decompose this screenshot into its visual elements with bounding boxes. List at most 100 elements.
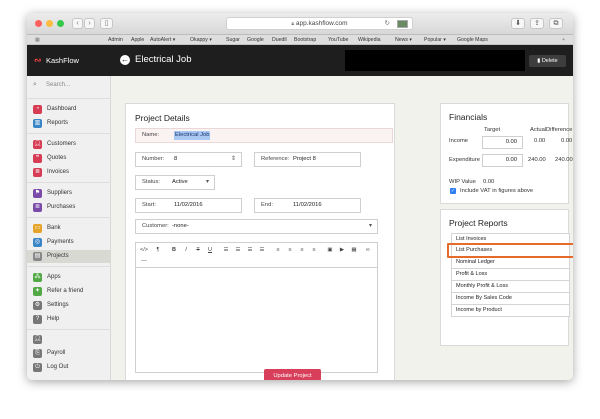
fav-link[interactable]: Google <box>247 37 264 43</box>
sidebar-item-refer[interactable]: ✦ Refer a friend <box>27 285 111 298</box>
browser-window: ‹ › ▯ 🔒︎ app.kashflow.com ↻ ⬇ ⇪ ⧉ ▦ Admi… <box>27 13 573 380</box>
include-vat-checkbox[interactable]: ✓ <box>450 188 456 194</box>
reference-field[interactable]: Reference: Project 8 <box>254 152 361 167</box>
sidebar-item-label: Settings <box>47 302 69 308</box>
table-icon[interactable]: ▦ <box>349 246 359 254</box>
sidebar-item-user[interactable]: 👤︎ <box>27 333 111 346</box>
fav-link[interactable]: Sugar <box>226 37 240 43</box>
numbered-list-icon[interactable]: ☰ <box>233 246 243 254</box>
sidebar-item-label: Suppliers <box>47 190 73 196</box>
sidebar-item-dashboard[interactable]: ◔ Dashboard <box>27 103 111 116</box>
delete-button[interactable]: ▮ Delete <box>529 55 566 67</box>
fav-link[interactable]: AutoAlert ▾ <box>150 37 175 43</box>
stepper-icon[interactable]: ⇕ <box>231 153 236 166</box>
update-project-button[interactable]: Update Project <box>264 369 321 380</box>
sidebar-item-reports[interactable]: ▥ Reports <box>27 117 111 130</box>
expenditure-actual: 240.00 <box>528 157 546 163</box>
sidebar-search[interactable]: ⌕ Search... <box>32 81 106 92</box>
sidebar-item-payroll[interactable]: ⎘ Payroll <box>27 347 111 360</box>
customers-icon: 👤︎ <box>33 140 42 149</box>
italic-icon[interactable]: I <box>181 246 191 254</box>
sidebar-item-bank[interactable]: ▭ Bank <box>27 222 111 235</box>
add-favorite-icon[interactable]: + <box>562 37 565 43</box>
sidebar-item-settings[interactable]: ⚙ Settings <box>27 299 111 312</box>
sidebar-toggle-icon[interactable]: ▯ <box>100 18 113 29</box>
customer-select[interactable]: Customer: -none- ▾ <box>135 219 378 234</box>
status-select[interactable]: Status: Active ▾ <box>135 175 215 190</box>
description-editor[interactable] <box>135 267 378 373</box>
downloads-icon[interactable]: ⬇ <box>511 18 525 29</box>
sidebar-item-label: Projects <box>47 253 69 259</box>
invoices-icon: ≣ <box>33 168 42 177</box>
bank-icon: ▭ <box>33 224 42 233</box>
tabs-icon[interactable]: ⧉ <box>549 18 563 29</box>
sidebar-item-customers[interactable]: 👤︎ Customers <box>27 138 111 151</box>
sidebar-item-help[interactable]: ? Help <box>27 313 111 326</box>
image-icon[interactable]: ▣ <box>325 246 335 254</box>
sidebar-item-payments[interactable]: ◎ Payments <box>27 236 111 249</box>
close-window-button[interactable] <box>35 20 42 27</box>
fav-link[interactable]: Popular ▾ <box>424 37 446 43</box>
minimize-window-button[interactable] <box>46 20 53 27</box>
video-icon[interactable]: ▶ <box>337 246 347 254</box>
report-link[interactable]: Income By Sales Code <box>451 293 570 305</box>
sidebar-divider <box>27 266 111 267</box>
fav-link[interactable]: Duedil <box>272 37 287 43</box>
sidebar-item-suppliers[interactable]: ⚑ Suppliers <box>27 187 111 200</box>
start-date-field[interactable]: Start: 11/02/2016 <box>135 198 242 213</box>
align-center-icon[interactable]: ≡ <box>285 246 295 254</box>
end-date-field[interactable]: End: 11/02/2016 <box>254 198 361 213</box>
brand[interactable]: ∾ KashFlow <box>27 45 111 76</box>
bullet-list-icon[interactable]: ☰ <box>221 246 231 254</box>
purchases-icon: ≣ <box>33 203 42 212</box>
source-code-icon[interactable]: </> <box>139 246 149 254</box>
strikethrough-icon[interactable]: T <box>193 246 203 254</box>
income-target-input[interactable]: 0.00 <box>482 136 523 149</box>
indent-icon[interactable]: ☰ <box>257 246 267 254</box>
report-link[interactable]: Income by Product <box>451 305 570 317</box>
fav-link[interactable]: News ▾ <box>395 37 412 43</box>
sidebar-item-projects[interactable]: ▤ Projects <box>27 250 111 263</box>
share-icon[interactable]: ⇪ <box>530 18 544 29</box>
expenditure-target-input[interactable]: 0.00 <box>482 154 523 167</box>
status-label: Status: <box>142 179 161 185</box>
back-nav-button[interactable]: ‹ <box>72 18 83 29</box>
fav-link[interactable]: Admin <box>108 37 123 43</box>
fav-link[interactable]: Okappy ▾ <box>190 37 212 43</box>
fav-link[interactable]: Google Maps <box>457 37 488 43</box>
underline-icon[interactable]: U <box>205 246 215 254</box>
report-link[interactable]: Monthly Profit & Loss <box>451 281 570 293</box>
bold-icon[interactable]: B <box>169 246 179 254</box>
fav-link[interactable]: Apple <box>131 37 144 43</box>
report-link[interactable]: Profit & Loss <box>451 269 570 281</box>
fav-link[interactable]: Bootstrap <box>294 37 316 43</box>
project-details-title: Project Details <box>135 113 190 123</box>
back-arrow-icon[interactable]: ← <box>120 55 130 65</box>
fav-link[interactable]: YouTube <box>328 37 348 43</box>
customer-value: -none- <box>172 223 189 229</box>
outdent-icon[interactable]: ☰ <box>245 246 255 254</box>
sidebar-item-invoices[interactable]: ≣ Invoices <box>27 166 111 179</box>
number-field[interactable]: Number: 8 ⇕ <box>135 152 242 167</box>
forward-nav-button[interactable]: › <box>84 18 95 29</box>
link-icon[interactable]: ∞ <box>363 246 373 254</box>
align-left-icon[interactable]: ≡ <box>273 246 283 254</box>
align-right-icon[interactable]: ≡ <box>297 246 307 254</box>
chevron-down-icon: ▾ <box>368 223 372 229</box>
maximize-window-button[interactable] <box>57 20 64 27</box>
reload-icon[interactable]: ↻ <box>385 18 390 30</box>
sidebar-item-quotes[interactable]: ❝ Quotes <box>27 152 111 165</box>
align-justify-icon[interactable]: ≡ <box>309 246 319 254</box>
sidebar-item-apps[interactable]: ⁂ Apps <box>27 271 111 284</box>
search-input[interactable]: Search... <box>46 82 70 88</box>
horizontal-rule-icon[interactable]: — <box>139 257 149 265</box>
grid-icon[interactable]: ▦ <box>35 37 40 43</box>
address-bar[interactable]: 🔒︎ app.kashflow.com ↻ <box>226 17 413 30</box>
sidebar-item-purchases[interactable]: ≣ Purchases <box>27 201 111 214</box>
report-link[interactable]: Nominal Ledger <box>451 257 570 269</box>
paragraph-icon[interactable]: ¶ <box>153 246 163 254</box>
sidebar-item-logout[interactable]: ⏻ Log Out <box>27 361 111 374</box>
name-field[interactable]: Name: Electrical Job <box>135 128 393 143</box>
fav-link[interactable]: Wikipedia <box>358 37 381 43</box>
sidebar-divider <box>27 329 111 330</box>
